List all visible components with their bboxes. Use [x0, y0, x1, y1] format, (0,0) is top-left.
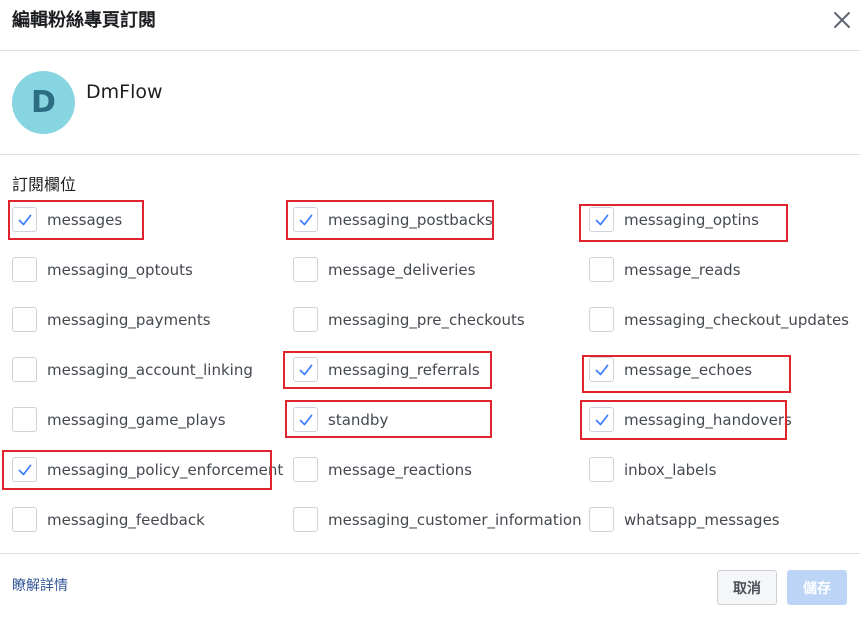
checkbox[interactable] [12, 407, 37, 432]
field-label: message_echoes [624, 360, 753, 379]
checkbox[interactable] [589, 507, 614, 532]
page-name: DmFlow [86, 81, 163, 103]
checkmark-icon [299, 414, 312, 425]
checkbox[interactable] [589, 207, 614, 232]
checkbox[interactable] [293, 207, 318, 232]
close-icon[interactable] [831, 9, 853, 31]
cancel-button[interactable]: 取消 [717, 570, 777, 605]
field-label: messaging_handovers [624, 410, 792, 429]
checkbox[interactable] [293, 357, 318, 382]
field-label: inbox_labels [624, 460, 717, 479]
field-messaging-feedback[interactable]: messaging_feedback [12, 507, 205, 532]
dialog-footer: 瞭解詳情 取消 儲存 [0, 553, 860, 617]
field-message-echoes[interactable]: message_echoes [589, 357, 752, 382]
checkbox[interactable] [589, 457, 614, 482]
field-messaging-optins[interactable]: messaging_optins [589, 207, 759, 232]
field-label: messaging_account_linking [47, 360, 253, 379]
field-messaging-pre-checkouts[interactable]: messaging_pre_checkouts [293, 307, 525, 332]
checkbox[interactable] [293, 507, 318, 532]
field-label: message_reads [624, 260, 741, 279]
checkbox[interactable] [589, 257, 614, 282]
field-messaging-account-linking[interactable]: messaging_account_linking [12, 357, 253, 382]
checkmark-icon [299, 214, 312, 225]
field-label: messaging_checkout_updates [624, 310, 849, 329]
checkbox[interactable] [12, 307, 37, 332]
page-avatar: D [12, 71, 75, 134]
checkbox[interactable] [12, 357, 37, 382]
checkbox[interactable] [12, 507, 37, 532]
checkmark-icon [18, 214, 31, 225]
checkbox[interactable] [589, 357, 614, 382]
field-messaging-checkout-updates[interactable]: messaging_checkout_updates [589, 307, 849, 332]
checkmark-icon [595, 414, 608, 425]
field-label: message_reactions [328, 460, 472, 479]
field-label: messaging_pre_checkouts [328, 310, 525, 329]
checkbox[interactable] [12, 207, 37, 232]
field-standby[interactable]: standby [293, 407, 388, 432]
field-label: messaging_policy_enforcement [47, 460, 284, 479]
field-messaging-policy-enforcement[interactable]: messaging_policy_enforcement [12, 457, 283, 482]
checkbox[interactable] [589, 407, 614, 432]
field-messaging-payments[interactable]: messaging_payments [12, 307, 211, 332]
field-messaging-customer-information[interactable]: messaging_customer_information [293, 507, 582, 532]
field-message-deliveries[interactable]: message_deliveries [293, 257, 475, 282]
field-whatsapp-messages[interactable]: whatsapp_messages [589, 507, 780, 532]
field-label: whatsapp_messages [624, 510, 780, 529]
field-messaging-postbacks[interactable]: messaging_postbacks [293, 207, 493, 232]
field-label: messaging_optouts [47, 260, 193, 279]
checkbox[interactable] [12, 257, 37, 282]
field-inbox-labels[interactable]: inbox_labels [589, 457, 716, 482]
field-message-reactions[interactable]: message_reactions [293, 457, 472, 482]
checkbox[interactable] [293, 407, 318, 432]
subscription-fields-label: 訂閱欄位 [12, 175, 77, 194]
dialog-title: 編輯粉絲專頁訂閱 [12, 10, 156, 31]
checkbox[interactable] [293, 307, 318, 332]
checkbox[interactable] [12, 457, 37, 482]
field-messaging-game-plays[interactable]: messaging_game_plays [12, 407, 226, 432]
field-label: messages [47, 210, 123, 229]
field-messages[interactable]: messages [12, 207, 122, 232]
field-label: messaging_payments [47, 310, 211, 329]
checkmark-icon [18, 464, 31, 475]
page-info: D DmFlow [0, 51, 860, 155]
checkbox[interactable] [293, 257, 318, 282]
checkmark-icon [595, 364, 608, 375]
field-label: messaging_feedback [47, 510, 205, 529]
field-label: messaging_customer_information [328, 510, 582, 529]
checkmark-icon [595, 214, 608, 225]
field-label: messaging_postbacks [328, 210, 493, 229]
field-label: messaging_optins [624, 210, 759, 229]
save-button[interactable]: 儲存 [787, 570, 847, 605]
field-label: messaging_referrals [328, 360, 480, 379]
field-label: messaging_game_plays [47, 410, 226, 429]
field-message-reads[interactable]: message_reads [589, 257, 741, 282]
checkbox[interactable] [293, 457, 318, 482]
field-messaging-referrals[interactable]: messaging_referrals [293, 357, 480, 382]
field-messaging-handovers[interactable]: messaging_handovers [589, 407, 792, 432]
dialog-header: 編輯粉絲專頁訂閱 [0, 0, 860, 51]
field-label: standby [328, 410, 389, 429]
field-label: message_deliveries [328, 260, 476, 279]
field-messaging-optouts[interactable]: messaging_optouts [12, 257, 193, 282]
checkbox[interactable] [589, 307, 614, 332]
learn-more-link[interactable]: 瞭解詳情 [12, 577, 68, 595]
checkmark-icon [299, 364, 312, 375]
